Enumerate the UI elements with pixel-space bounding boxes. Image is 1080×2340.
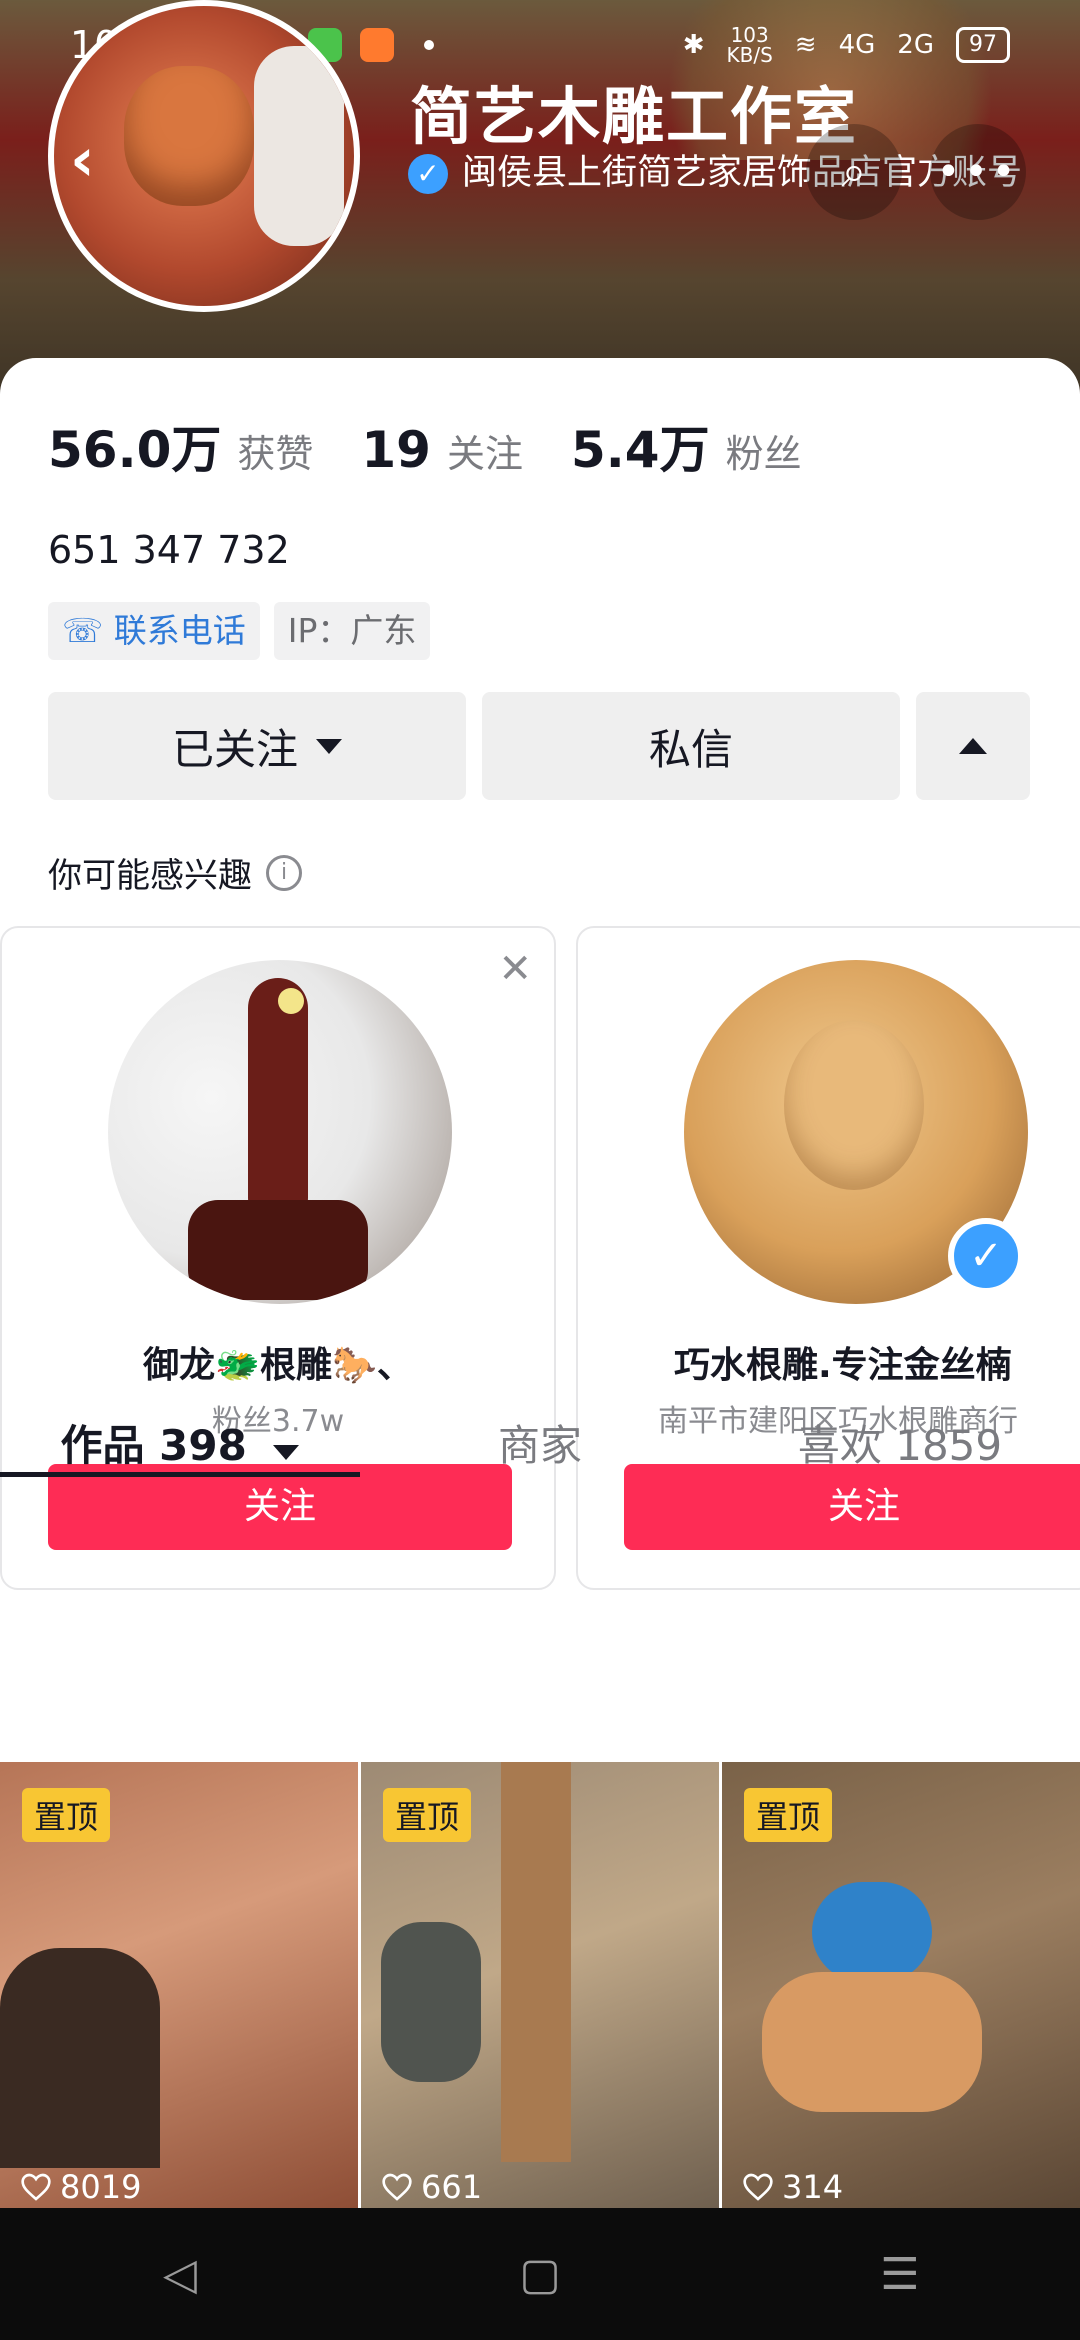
- phone-icon: ☏: [62, 611, 114, 650]
- tab-works[interactable]: 作品 398: [0, 1396, 360, 1516]
- bluetooth-icon: ✱: [682, 30, 705, 60]
- nav-menu-icon[interactable]: ☰: [870, 2244, 930, 2304]
- followers-label[interactable]: 粉丝: [726, 423, 802, 478]
- video-likes: 8019: [20, 2168, 141, 2206]
- profile-tags: ☏ 联系电话 IP：广东: [48, 602, 431, 660]
- network-speed: 103 KB/S: [726, 23, 773, 67]
- suggestion-name[interactable]: 巧水根雕.专注金丝楠: [674, 1336, 1080, 1388]
- pinned-badge: 置顶: [22, 1788, 111, 1842]
- avatar-figure: [248, 978, 308, 1228]
- followed-button[interactable]: 已关注: [48, 692, 466, 800]
- pinned-badge: 置顶: [383, 1788, 472, 1842]
- heart-icon: [382, 2173, 412, 2201]
- more-options-icon[interactable]: •••: [930, 124, 1026, 220]
- active-tab-indicator: [0, 1472, 360, 1477]
- video-likes: 314: [742, 2168, 843, 2206]
- profile-stats: 56.0万 获赞 19 关注 5.4万 粉丝: [48, 410, 850, 482]
- video-thumbnail[interactable]: 置顶 661: [361, 1762, 719, 2208]
- signal-2g: 2G: [897, 30, 934, 60]
- video-grid: 置顶 8019 置顶 661 置顶 314: [0, 1762, 1080, 2208]
- battery-icon: 97: [956, 27, 1010, 63]
- tab-merchant[interactable]: 商家: [360, 1396, 720, 1516]
- nav-back-icon[interactable]: ◁: [150, 2244, 210, 2304]
- thumbnail-person: [0, 1948, 160, 2168]
- tab-works-label: 作品 398: [60, 1421, 247, 1470]
- profile-name: 简艺木雕工作室: [410, 80, 859, 153]
- video-likes: 661: [381, 2168, 482, 2206]
- close-icon[interactable]: ✕: [498, 946, 532, 992]
- tab-likes[interactable]: 喜欢 1859: [720, 1396, 1080, 1516]
- thumbnail-carving: [762, 1972, 982, 2112]
- profile-header: 10:12 ✱ 103 KB/S ≋ 4G 2G 97 ‹ 简艺木雕工作室 ✓闽…: [0, 0, 1080, 400]
- heart-icon: [21, 2173, 51, 2201]
- video-likes-count: 314: [782, 2168, 844, 2206]
- video-thumbnail[interactable]: 置顶 314: [722, 1762, 1080, 2208]
- avatar-hands: [188, 1200, 368, 1300]
- suggestions-title: 你可能感兴趣: [48, 856, 252, 896]
- search-icon[interactable]: ⌕: [806, 124, 902, 220]
- message-label: 私信: [648, 724, 733, 774]
- signal-4g: 4G: [838, 30, 876, 60]
- avatar-carving: [124, 66, 254, 206]
- avatar-person: [254, 46, 344, 246]
- content-tabs: 作品 398 商家 喜欢 1859: [0, 1396, 1080, 1516]
- verified-icon: ✓: [408, 154, 448, 194]
- profile-actions: 已关注 私信: [48, 692, 1030, 800]
- profile-uid: 651 347 732: [48, 528, 290, 572]
- chevron-up-icon: [959, 738, 987, 754]
- avatar-pin: [278, 988, 304, 1014]
- system-nav-bar: ◁ ▢ ☰: [0, 2208, 1080, 2340]
- info-icon[interactable]: i: [266, 854, 302, 891]
- contact-phone-label: 联系电话: [113, 611, 246, 650]
- thumbnail-person: [812, 1882, 932, 1982]
- following-count[interactable]: 19: [361, 421, 431, 479]
- chevron-down-icon: [273, 1445, 300, 1460]
- nav-home-icon[interactable]: ▢: [510, 2244, 570, 2304]
- likes-count: 56.0万: [48, 421, 222, 479]
- pinned-badge: 置顶: [744, 1788, 833, 1842]
- ip-location-tag: IP：广东: [273, 602, 431, 660]
- followers-count[interactable]: 5.4万: [571, 410, 710, 482]
- video-thumbnail[interactable]: 置顶 8019: [0, 1762, 358, 2208]
- likes-label: 获赞: [237, 432, 314, 476]
- message-button[interactable]: 私信: [482, 692, 900, 800]
- status-indicators: ✱ 103 KB/S ≋ 4G 2G 97: [683, 25, 1010, 65]
- wifi-icon: ≋: [794, 30, 817, 60]
- more-notifications-dot: [423, 40, 434, 50]
- verified-icon: ✓: [948, 1218, 1024, 1294]
- suggestions-header: 你可能感兴趣 i: [48, 848, 302, 897]
- video-likes-count: 661: [421, 2168, 483, 2206]
- thumbnail-person: [381, 1922, 481, 2082]
- video-likes-count: 8019: [60, 2168, 142, 2206]
- following-label[interactable]: 关注: [447, 423, 523, 478]
- collapse-suggestions-button[interactable]: [916, 692, 1030, 800]
- contact-phone-tag[interactable]: ☏ 联系电话: [48, 602, 260, 660]
- avatar-carved-face: [784, 1020, 924, 1190]
- suggestion-avatar[interactable]: [108, 960, 452, 1304]
- back-arrow-icon[interactable]: ‹: [70, 130, 120, 190]
- suggestion-name[interactable]: 御龙🐲根雕🐎、: [2, 1336, 554, 1388]
- heart-icon: [743, 2173, 773, 2201]
- chevron-down-icon: [316, 738, 342, 754]
- app-notification-icon: [359, 28, 394, 62]
- followed-label: 已关注: [171, 724, 298, 774]
- thumbnail-pillar: [501, 1762, 571, 2162]
